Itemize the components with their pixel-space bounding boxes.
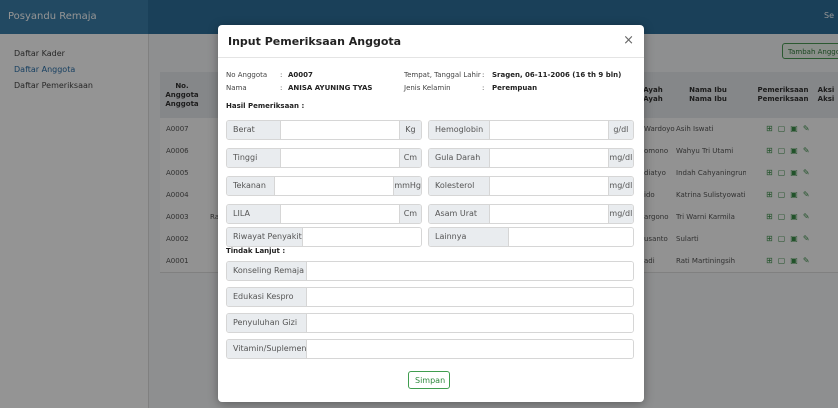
edukasi-kespro-input[interactable] [307,288,633,306]
nama-value: ANISA AYUNING TYAS [288,84,373,92]
lila-group: LILA Cm [226,204,422,224]
asam-urat-group: Asam Urat mg/dl [428,204,634,224]
colon: : [280,84,283,92]
lainnya-group: Lainnya [428,227,634,247]
modal-title: Input Pemeriksaan Anggota [228,35,402,48]
vitamin-suplemen-group: Vitamin/Suplemen [226,339,634,359]
input-pemeriksaan-modal: Input Pemeriksaan Anggota × No Anggota :… [218,25,644,402]
asam-urat-label: Asam Urat [429,205,490,223]
ttl-value: Sragen, 06-11-2006 (16 th 9 bln) [492,71,622,79]
no-anggota-label: No Anggota [226,71,268,79]
edukasi-kespro-label: Edukasi Kespro [227,288,307,306]
lainnya-input[interactable] [509,228,633,246]
lainnya-label: Lainnya [429,228,509,246]
riwayat-penyakit-group: Riwayat Penyakit [226,227,422,247]
colon: : [280,71,283,79]
tekanan-darah-label: Tekanan Darah [227,177,276,195]
berat-badan-group: Berat Badan Kg [226,120,422,140]
kolesterol-input[interactable] [489,177,608,195]
tekanan-darah-unit: mmHg [393,177,421,195]
riwayat-penyakit-input[interactable] [303,228,421,246]
tekanan-darah-group: Tekanan Darah mmHg [226,176,422,196]
gula-darah-input[interactable] [489,149,608,167]
modal-divider [218,57,644,58]
lila-unit: Cm [398,205,421,223]
lila-input[interactable] [280,205,399,223]
vitamin-suplemen-label: Vitamin/Suplemen [227,340,307,358]
berat-badan-input[interactable] [280,121,399,139]
berat-badan-unit: Kg [398,121,421,139]
kolesterol-unit: mg/dl [607,177,633,195]
kolesterol-group: Kolesterol mg/dl [428,176,634,196]
edukasi-kespro-group: Edukasi Kespro [226,287,634,307]
colon: : [482,71,485,79]
gula-darah-label: Gula Darah [429,149,490,167]
konseling-remaja-input[interactable] [307,262,633,280]
jenis-kelamin-label: Jenis Kelamin [404,84,451,92]
tindak-lanjut-heading: Tindak Lanjut : [226,247,286,255]
close-icon[interactable]: × [623,33,634,48]
asam-urat-input[interactable] [489,205,608,223]
tinggi-badan-unit: Cm [398,149,421,167]
gula-darah-group: Gula Darah mg/dl [428,148,634,168]
lila-label: LILA [227,205,281,223]
hemoglobin-label: Hemoglobin [429,121,490,139]
hasil-pemeriksaan-heading: Hasil Pemeriksaan : [226,102,305,110]
hemoglobin-group: Hemoglobin g/dl [428,120,634,140]
gula-darah-unit: mg/dl [607,149,633,167]
tinggi-badan-label: Tinggi Badan [227,149,281,167]
konseling-remaja-label: Konseling Remaja [227,262,307,280]
colon: : [482,84,485,92]
penyuluhan-gizi-label: Penyuluhan Gizi [227,314,307,332]
hemoglobin-input[interactable] [489,121,608,139]
penyuluhan-gizi-input[interactable] [307,314,633,332]
hemoglobin-unit: g/dl [607,121,633,139]
asam-urat-unit: mg/dl [607,205,633,223]
nama-label: Nama [226,84,247,92]
ttl-label: Tempat, Tanggal Lahir [404,71,481,79]
berat-badan-label: Berat Badan [227,121,281,139]
riwayat-penyakit-label: Riwayat Penyakit [227,228,303,246]
tekanan-darah-input[interactable] [275,177,394,195]
penyuluhan-gizi-group: Penyuluhan Gizi [226,313,634,333]
jenis-kelamin-value: Perempuan [492,84,538,92]
tinggi-badan-group: Tinggi Badan Cm [226,148,422,168]
no-anggota-value: A0007 [288,71,313,79]
konseling-remaja-group: Konseling Remaja [226,261,634,281]
simpan-button[interactable]: Simpan [408,371,450,389]
vitamin-suplemen-input[interactable] [307,340,633,358]
tinggi-badan-input[interactable] [280,149,399,167]
kolesterol-label: Kolesterol [429,177,490,195]
